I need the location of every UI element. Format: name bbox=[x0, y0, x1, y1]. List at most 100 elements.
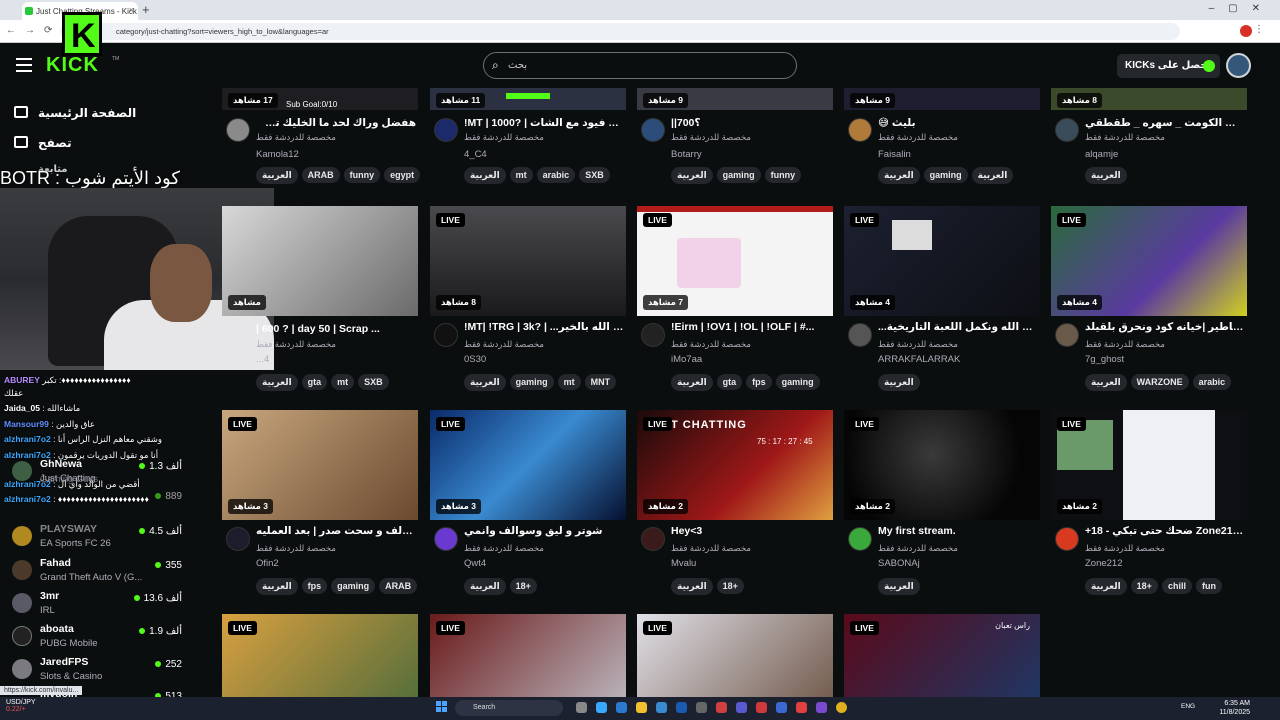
store-icon[interactable] bbox=[656, 702, 667, 713]
tag[interactable]: fps bbox=[746, 374, 772, 390]
tag[interactable]: العربية bbox=[971, 167, 1014, 184]
fx-widget[interactable]: USD/JPY 0.22/+ bbox=[6, 699, 36, 713]
channel-name[interactable]: 4_C4 bbox=[464, 149, 487, 160]
avatar[interactable] bbox=[434, 527, 458, 551]
sidebar-channel[interactable]: Gaming Guys 889 bbox=[12, 474, 182, 506]
stream-card[interactable]: مشاهد | 600 ? | day 50 | Scrap ... مخصصة… bbox=[222, 206, 418, 406]
nav-home[interactable]: الصفحة الرئيسية bbox=[38, 106, 136, 120]
stream-card[interactable]: T CHATTING 75 : 17 : 27 : 45 LIVE 2 مشاه… bbox=[637, 410, 833, 610]
get-kicks-button[interactable]: احصل على KICKs bbox=[1117, 54, 1220, 78]
channel-name[interactable]: Faisalin bbox=[878, 149, 911, 160]
tag[interactable]: العربية bbox=[464, 578, 506, 595]
stream-card[interactable]: LIVE bbox=[222, 614, 418, 697]
stream-thumbnail[interactable]: مشاهد bbox=[222, 206, 418, 316]
tag[interactable]: العربية bbox=[256, 578, 298, 595]
tag[interactable]: العربية bbox=[256, 167, 298, 184]
stream-title[interactable]: ||700؟ bbox=[671, 117, 831, 129]
avatar[interactable] bbox=[1055, 323, 1079, 347]
stream-card[interactable]: LIVE 2 مشاهد +18 - ضحك حتى تبكي Zone212 … bbox=[1051, 410, 1247, 610]
app-icon[interactable] bbox=[696, 702, 707, 713]
stream-card[interactable]: LIVE 4 مشاهد ...خر الليل حياك الله ونكمل… bbox=[844, 206, 1040, 406]
channel-name[interactable]: Zone212 bbox=[1085, 558, 1123, 569]
category-link[interactable]: مخصصة للدردشة فقط bbox=[464, 543, 544, 554]
category-link[interactable]: مخصصة للدردشة فقط bbox=[878, 339, 958, 350]
category-link[interactable]: مخصصة للدردشة فقط bbox=[671, 339, 751, 350]
channel-name[interactable]: ARRAKFALARRAK bbox=[878, 354, 960, 365]
avatar[interactable] bbox=[641, 527, 665, 551]
channel-name[interactable]: iMo7aa bbox=[671, 354, 702, 365]
tag[interactable]: chill bbox=[1161, 578, 1192, 594]
url-field[interactable]: category/just-chatting?sort=viewers_high… bbox=[60, 23, 1180, 40]
tag[interactable]: egypt bbox=[384, 167, 421, 183]
tag[interactable]: arabic bbox=[536, 167, 576, 183]
tag[interactable]: 18+ bbox=[716, 578, 744, 594]
clock[interactable]: 6:35 AM 11/8/2025 bbox=[1219, 699, 1250, 717]
tag[interactable]: ARAB bbox=[379, 578, 418, 594]
nav-browse[interactable]: تصفح bbox=[38, 136, 72, 150]
tag[interactable]: العربية bbox=[671, 374, 713, 391]
stream-thumbnail[interactable]: 17 مشاهد Sub Goal:0/10 bbox=[222, 88, 418, 110]
avatar[interactable] bbox=[434, 323, 458, 347]
tag[interactable]: gaming bbox=[716, 167, 761, 183]
stream-title[interactable]: !MT | 1000? | اسيلي فيود مع الشات bbox=[464, 117, 624, 129]
stream-card[interactable]: LIVE 2 مشاهد My first stream. مخصصة للدر… bbox=[844, 410, 1040, 610]
stream-thumbnail[interactable]: 9 مشاهد bbox=[844, 88, 1040, 110]
user-avatar[interactable] bbox=[1226, 53, 1251, 78]
sidebar-channel[interactable]: Fahad Grand Theft Auto V (G... 355 bbox=[12, 557, 182, 589]
channel-name[interactable]: Kamola12 bbox=[256, 149, 299, 160]
stream-title[interactable]: My first stream. bbox=[878, 525, 1038, 537]
tag[interactable]: العربية bbox=[464, 167, 506, 184]
tag[interactable]: fun bbox=[1195, 578, 1222, 594]
window-controls[interactable]: –▢✕ bbox=[1209, 3, 1274, 14]
tag[interactable]: العربية bbox=[1085, 578, 1127, 595]
app-icon[interactable] bbox=[756, 702, 767, 713]
sidebar-channel[interactable]: PLAYSWAY EA Sports FC 26 4.5 ألف bbox=[12, 523, 182, 555]
tag[interactable]: العربية bbox=[1085, 167, 1127, 184]
stream-card[interactable]: 9 مشاهد ||700؟ مخصصة للدردشة فقط Botarry… bbox=[637, 88, 833, 188]
tag[interactable]: العربية bbox=[464, 374, 506, 391]
stream-thumbnail[interactable]: LIVE bbox=[222, 614, 418, 697]
tag[interactable]: gaming bbox=[509, 374, 554, 390]
category-link[interactable]: مخصصة للدردشة فقط bbox=[256, 132, 336, 143]
avatar[interactable] bbox=[848, 118, 872, 142]
tag[interactable]: ARAB bbox=[301, 167, 340, 183]
channel-name[interactable]: Mvalu bbox=[671, 558, 696, 569]
stream-title[interactable]: دعمكم في الكومت _ سهره _ طقطقي bbox=[1085, 117, 1245, 129]
kick-logo[interactable]: K KICK TM bbox=[46, 12, 119, 76]
sidebar-channel[interactable]: JaredFPS Slots & Casino 252 bbox=[12, 656, 182, 688]
tag[interactable]: MNT bbox=[584, 374, 617, 390]
stream-thumbnail[interactable]: 8 مشاهد bbox=[1051, 88, 1247, 110]
stream-thumbnail[interactable]: 9 مشاهد bbox=[637, 88, 833, 110]
stream-thumbnail[interactable]: LIVE bbox=[430, 614, 626, 697]
tag[interactable]: SXB bbox=[579, 167, 610, 183]
channel-name[interactable]: 0S30 bbox=[464, 354, 486, 365]
tag[interactable]: arabic bbox=[1192, 374, 1232, 390]
avatar[interactable] bbox=[848, 323, 872, 347]
category-link[interactable]: مخصصة للدردشة فقط bbox=[464, 339, 544, 350]
avatar[interactable] bbox=[641, 118, 665, 142]
tag[interactable]: mt bbox=[557, 374, 581, 390]
tag[interactable]: gta bbox=[716, 374, 743, 390]
tag[interactable]: العربية bbox=[878, 167, 920, 184]
tag[interactable]: 18+ bbox=[509, 578, 537, 594]
stream-thumbnail[interactable]: LIVE 3 مشاهد bbox=[222, 410, 418, 520]
browser-menu-icon[interactable]: ⋮ bbox=[1254, 24, 1272, 35]
avatar[interactable] bbox=[1055, 527, 1079, 551]
stream-title[interactable]: !MT| !TRG | 3k? | ...حكم الله بالخير bbox=[464, 321, 624, 333]
stream-card[interactable]: LIVE 7 مشاهد !Eirm | !OV1 | !OL | !OLF |… bbox=[637, 206, 833, 406]
stream-thumbnail[interactable]: T CHATTING 75 : 17 : 27 : 45 LIVE 2 مشاه… bbox=[637, 410, 833, 520]
stream-thumbnail[interactable]: LIVE 3 مشاهد bbox=[430, 410, 626, 520]
stream-card[interactable]: 11 مشاهد !MT | 1000? | اسيلي فيود مع الش… bbox=[430, 88, 626, 188]
tag[interactable]: العربية bbox=[671, 578, 713, 595]
tab-close-icon[interactable]: × bbox=[129, 5, 134, 15]
app-icon[interactable] bbox=[616, 702, 627, 713]
tag[interactable]: 18+ bbox=[1130, 578, 1158, 594]
app-icon[interactable] bbox=[816, 702, 827, 713]
tag[interactable]: gaming bbox=[923, 167, 968, 183]
stream-card[interactable]: LIVE 3 مشاهد شوتر و ليق وسوالف وانمي مخص… bbox=[430, 410, 626, 610]
tag[interactable]: العربية bbox=[878, 374, 920, 391]
stream-title[interactable]: سهرة الاساطير |خيانه كود ونحرق بلقيلد bbox=[1085, 321, 1245, 333]
stream-thumbnail[interactable]: LIVE 8 مشاهد bbox=[430, 206, 626, 316]
stream-card[interactable]: 9 مشاهد 😅 بليث مخصصة للدردشة فقط Faisali… bbox=[844, 88, 1040, 188]
channel-name[interactable]: ...4 bbox=[256, 354, 269, 365]
